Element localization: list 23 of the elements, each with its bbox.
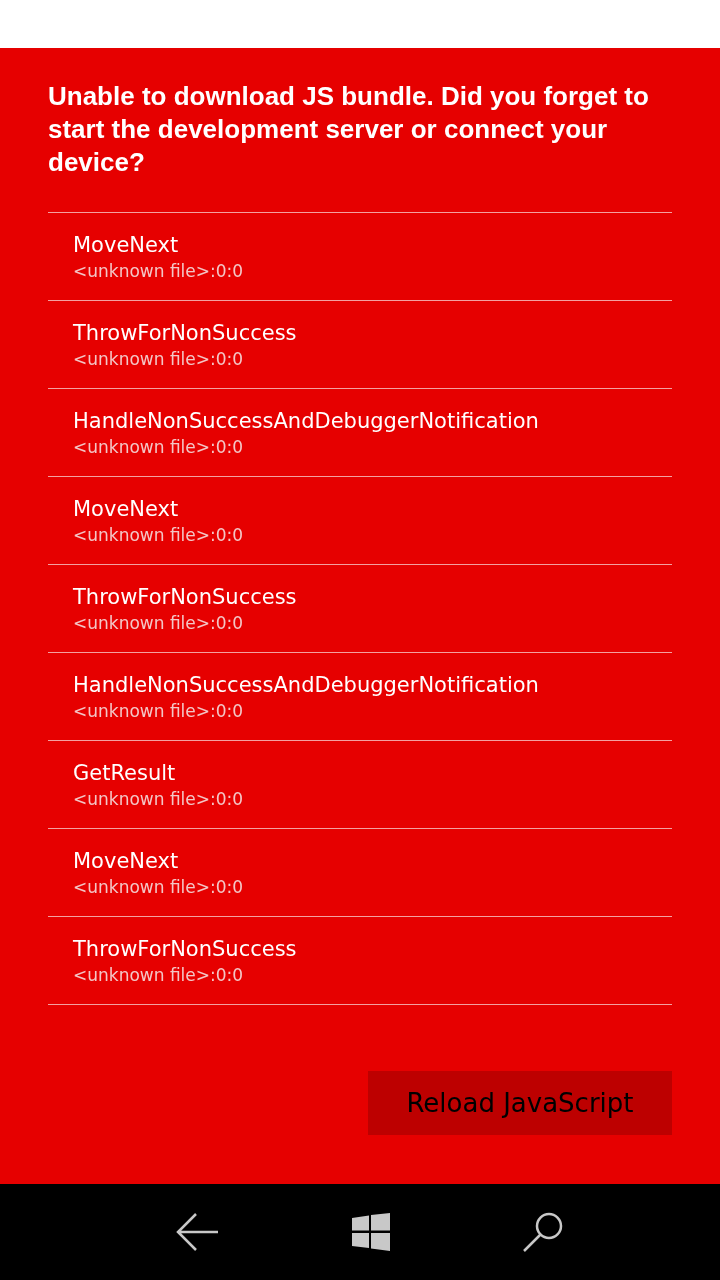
windows-logo-icon[interactable] [352, 1213, 390, 1251]
stack-frame-location: <unknown file>:0:0 [73, 963, 245, 987]
stack-frame-location: <unknown file>:0:0 [73, 259, 245, 283]
stack-frame-method: HandleNonSuccessAndDebuggerNotification [73, 671, 540, 699]
stack-frame-location: <unknown file>:0:0 [73, 347, 245, 371]
stack-frame-location: <unknown file>:0:0 [73, 699, 245, 723]
stack-frame-location: <unknown file>:0:0 [73, 435, 245, 459]
stack-frame-location: <unknown file>:0:0 [73, 875, 245, 899]
stack-frame-method: ThrowForNonSuccess [73, 935, 298, 963]
stack-frame-method: MoveNext [73, 231, 180, 259]
stack-frame-location: <unknown file>:0:0 [73, 787, 245, 811]
stack-frame-method: MoveNext [73, 495, 180, 523]
stack-frame-method: ThrowForNonSuccess [73, 319, 298, 347]
stack-frame-method: GetResult [73, 759, 177, 787]
reload-button[interactable]: Reload JavaScript [368, 1071, 672, 1135]
stack-frame-location: <unknown file>:0:0 [73, 611, 245, 635]
stack-frame-method: ThrowForNonSuccess [73, 583, 298, 611]
stack-frame-method: MoveNext [73, 847, 180, 875]
back-icon[interactable] [176, 1212, 220, 1252]
stack-frame-method: HandleNonSuccessAndDebuggerNotification [73, 407, 540, 435]
stack-frame-location: <unknown file>:0:0 [73, 523, 245, 547]
error-message: Unable to download JS bundle. Did you forget to start the development server or connect your device? [48, 80, 650, 179]
search-icon[interactable] [522, 1211, 564, 1253]
